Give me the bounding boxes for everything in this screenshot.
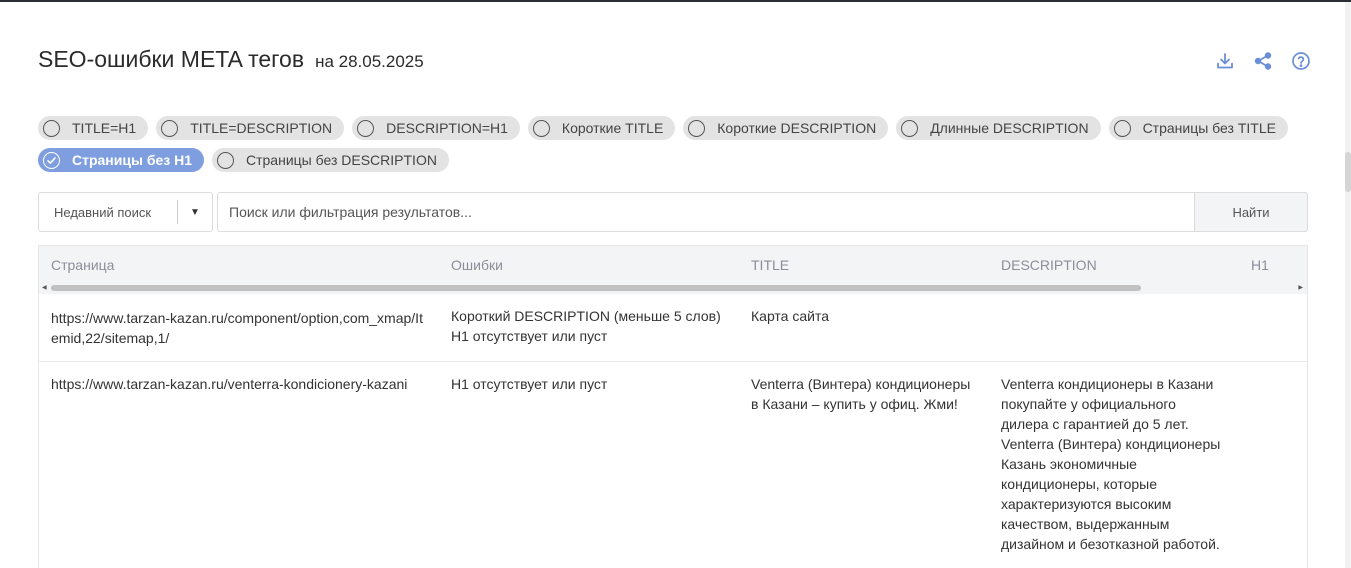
filter-chip-short-title[interactable]: Короткие TITLE	[527, 116, 676, 140]
filter-chip-title-h1[interactable]: TITLE=H1	[38, 116, 149, 140]
radio-circle-icon	[43, 119, 60, 137]
share-icon[interactable]	[1252, 50, 1274, 72]
horizontal-scrollbar[interactable]: ◀ ▶	[39, 282, 1307, 294]
recent-search-label: Недавний поиск	[54, 204, 152, 220]
search-bar: Недавний поиск ▼ Найти	[38, 192, 1308, 232]
table-header: Страница Ошибки TITLE DESCRIPTION H1 ◀ ▶	[39, 246, 1307, 294]
radio-circle-icon	[217, 151, 234, 169]
radio-circle-icon	[901, 119, 919, 137]
cell-description: Venterra кондиционеры в Казани покупайте…	[1001, 374, 1220, 554]
filter-chip-no-h1[interactable]: Страницы без H1	[38, 148, 204, 172]
cell-line: Карта сайта	[751, 308, 829, 324]
cell-line: дилера с гарантией до 5 лет.	[1001, 416, 1189, 432]
chip-label: Страницы без H1	[72, 152, 192, 168]
cell-errors: Короткий DESCRIPTION (меньше 5 слов) H1 …	[451, 306, 721, 346]
cell-line: H1 отсутствует или пуст	[451, 328, 608, 344]
filter-chip-no-description[interactable]: Страницы без DESCRIPTION	[212, 148, 449, 172]
cell-line: https://www.tarzan-kazan.ru/component/op…	[51, 310, 423, 326]
radio-circle-icon	[532, 119, 550, 137]
window-top-border	[0, 0, 1351, 2]
download-icon[interactable]	[1214, 50, 1236, 72]
cell-line: качеством, выдержанным	[1001, 516, 1170, 532]
help-icon[interactable]	[1290, 50, 1312, 72]
page-scrollbar-thumb[interactable]	[1345, 152, 1351, 192]
column-header-description[interactable]: DESCRIPTION	[1001, 257, 1097, 273]
cell-line: https://www.tarzan-kazan.ru/venterra-kon…	[51, 376, 408, 392]
cell-line: в Казани – купить у офиц. Жми!	[751, 396, 958, 412]
search-field	[217, 192, 1194, 232]
chip-label: TITLE=H1	[72, 120, 137, 136]
chip-label: Короткие TITLE	[561, 120, 664, 136]
chip-label: Страницы без DESCRIPTION	[246, 152, 437, 168]
filter-chip-no-title[interactable]: Страницы без TITLE	[1108, 116, 1288, 140]
filter-chip-long-description[interactable]: Длинные DESCRIPTION	[896, 116, 1101, 140]
chip-label: DESCRIPTION=H1	[386, 120, 508, 136]
search-input[interactable]	[218, 204, 1194, 220]
report-date: на 28.05.2025	[315, 52, 424, 71]
filter-chip-short-description[interactable]: Короткие DESCRIPTION	[683, 116, 889, 140]
chip-label: Длинные DESCRIPTION	[930, 120, 1089, 136]
radio-circle-icon	[357, 119, 375, 137]
cell-title: Venterra (Винтера) кондиционеры в Казани…	[751, 374, 970, 414]
cell-title: Карта сайта	[751, 306, 829, 326]
page-scrollbar[interactable]	[1345, 2, 1351, 568]
check-icon	[43, 151, 60, 169]
results-table: Страница Ошибки TITLE DESCRIPTION H1 ◀ ▶…	[38, 245, 1308, 568]
header-actions	[1214, 50, 1312, 72]
filter-chip-title-description[interactable]: TITLE=DESCRIPTION	[156, 116, 345, 140]
table-row: https://www.tarzan-kazan.ru/venterra-kon…	[39, 362, 1307, 568]
recent-search-dropdown[interactable]: Недавний поиск ▼	[38, 192, 213, 232]
cell-line: кондиционеры, которые	[1001, 476, 1157, 492]
cell-line: характеризуются высоким	[1001, 496, 1172, 512]
cell-line: emid,22/sitemap,1/	[51, 330, 170, 346]
cell-line: дизайном и безотказной работой.	[1001, 536, 1220, 552]
table-row: https://www.tarzan-kazan.ru/component/op…	[39, 294, 1307, 362]
cell-line: Короткий DESCRIPTION (меньше 5 слов)	[451, 308, 721, 324]
column-header-page[interactable]: Страница	[51, 257, 114, 273]
find-button[interactable]: Найти	[1194, 192, 1308, 232]
cell-line: Venterra (Винтера) кондиционеры	[751, 376, 971, 392]
cell-line: покупайте у официального	[1001, 396, 1176, 412]
filter-chips: TITLE=H1 TITLE=DESCRIPTION DESCRIPTION=H…	[38, 116, 1288, 180]
chip-label: TITLE=DESCRIPTION	[190, 120, 333, 136]
radio-circle-icon	[1113, 119, 1131, 137]
cell-errors: H1 отсутствует или пуст	[451, 374, 607, 394]
cell-page[interactable]: https://www.tarzan-kazan.ru/venterra-kon…	[51, 374, 407, 394]
horizontal-scrollbar-thumb[interactable]	[51, 285, 1141, 291]
page-header: SEO-ошибки META тегов на 28.05.2025	[38, 46, 424, 76]
scroll-left-icon[interactable]: ◀	[42, 284, 47, 291]
chip-label: Короткие DESCRIPTION	[717, 120, 877, 136]
column-header-title[interactable]: TITLE	[751, 257, 789, 273]
filter-chip-description-h1[interactable]: DESCRIPTION=H1	[352, 116, 520, 140]
cell-line: Казань экономичные	[1001, 456, 1137, 472]
page-title: SEO-ошибки META тегов	[38, 46, 305, 72]
scroll-right-icon[interactable]: ▶	[1298, 284, 1303, 291]
cell-page[interactable]: https://www.tarzan-kazan.ru/component/op…	[51, 308, 423, 348]
radio-circle-icon	[688, 119, 706, 137]
column-header-h1[interactable]: H1	[1251, 257, 1269, 273]
cell-line: H1 отсутствует или пуст	[451, 376, 608, 392]
cell-line: Venterra (Винтера) кондиционеры	[1001, 436, 1221, 452]
chip-label: Страницы без TITLE	[1142, 120, 1276, 136]
cell-line: Venterra кондиционеры в Казани	[1001, 376, 1214, 392]
dropdown-arrow-icon[interactable]: ▼	[178, 207, 212, 218]
column-header-errors[interactable]: Ошибки	[451, 257, 503, 273]
radio-circle-icon	[161, 119, 179, 137]
